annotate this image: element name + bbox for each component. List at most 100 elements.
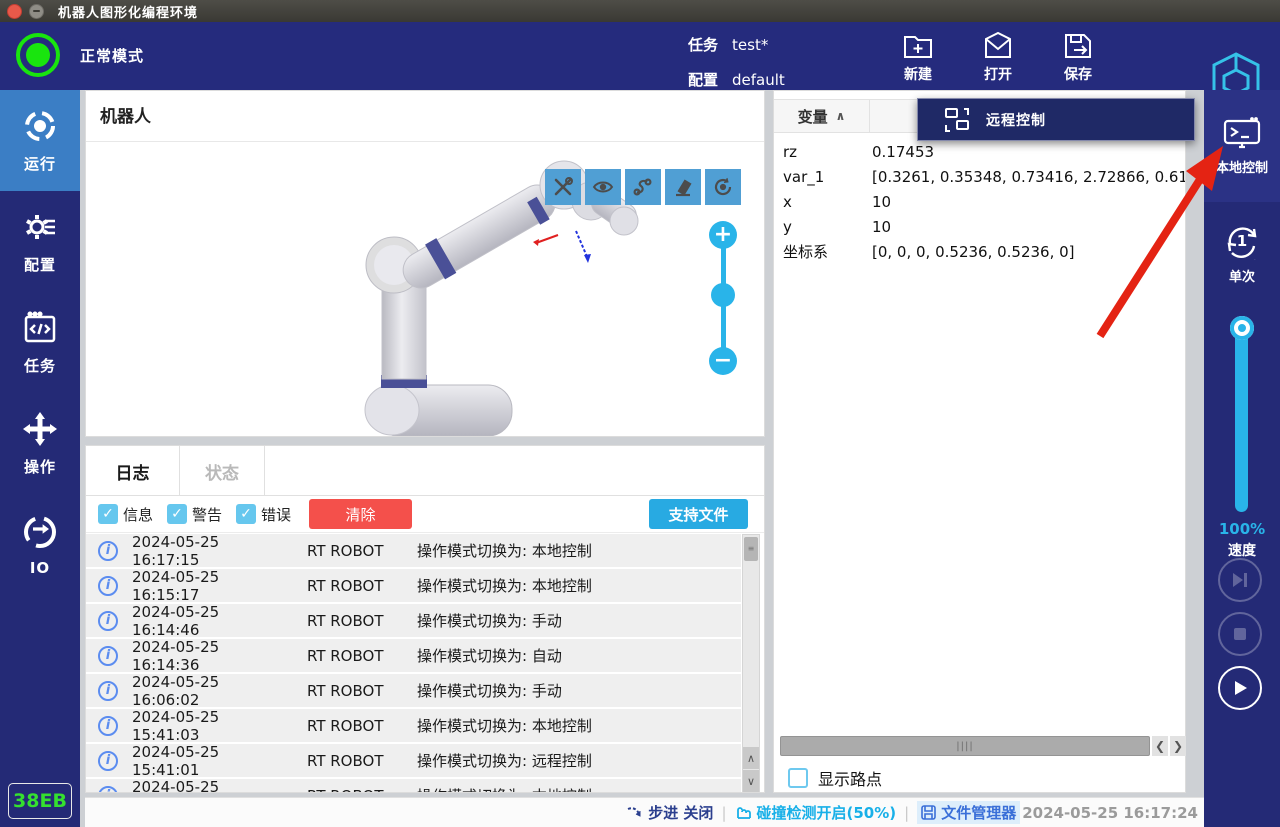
variables-collapse[interactable]: 变量 ∧ xyxy=(774,99,870,133)
log-scrollbar[interactable]: ≡ ∧ ∨ xyxy=(742,534,760,793)
speed-slider-handle[interactable] xyxy=(1230,316,1254,340)
show-waypoints-checkbox[interactable] xyxy=(788,768,808,788)
log-filterbar: ✓ 信息 ✓ 警告 ✓ 错误 清除 支持文件 xyxy=(86,496,764,533)
zoom-slider-handle[interactable] xyxy=(711,283,735,307)
status-bar: 步进 关闭 | 碰撞检测开启(50%) | 文件管理器 2024-05-25 1… xyxy=(85,797,1204,827)
log-row[interactable]: i2024-05-25 15:40:54RT ROBOT操作模式切换为: 本地控… xyxy=(86,779,741,793)
info-icon: i xyxy=(98,751,118,771)
view-toolbar xyxy=(545,169,741,205)
move-arrows-icon xyxy=(21,410,59,448)
file-manager-button[interactable]: 文件管理器 xyxy=(917,801,1020,824)
reset-view-button[interactable] xyxy=(705,169,741,205)
log-row[interactable]: i2024-05-25 16:14:36RT ROBOT操作模式切换为: 自动 xyxy=(86,639,741,672)
log-row[interactable]: i2024-05-25 15:41:01RT ROBOT操作模式切换为: 远程控… xyxy=(86,744,741,777)
remote-control-label: 远程控制 xyxy=(986,110,1046,130)
chevron-right-icon: ❯ xyxy=(1173,739,1183,753)
minus-icon: − xyxy=(714,350,732,372)
open-file-icon xyxy=(982,31,1014,61)
info-icon: i xyxy=(98,681,118,701)
scroll-down-button[interactable]: ∨ xyxy=(743,770,759,792)
log-row[interactable]: i2024-05-25 16:17:15RT ROBOT操作模式切换为: 本地控… xyxy=(86,534,741,567)
zoom-out-button[interactable]: − xyxy=(709,347,737,375)
info-icon: i xyxy=(98,611,118,631)
step-button[interactable] xyxy=(1218,558,1262,602)
visibility-button[interactable] xyxy=(585,169,621,205)
log-scrollbar-thumb[interactable]: ≡ xyxy=(744,537,758,561)
sidebar-item-run[interactable]: 运行 xyxy=(0,90,80,191)
variables-panel: 变量 ∧ rz0.17453 var_1[0.3261, 0.35348, 0.… xyxy=(773,90,1186,793)
sidebar-item-task[interactable]: 任务 xyxy=(0,292,80,393)
variable-row[interactable]: y10 xyxy=(774,214,1185,239)
zoom-control: + − xyxy=(701,221,746,386)
sidebar-item-label: IO xyxy=(30,559,50,577)
tab-status[interactable]: 状态 xyxy=(180,446,265,496)
sidebar-item-label: 配置 xyxy=(24,254,56,275)
collision-status[interactable]: 碰撞检测开启(50%) xyxy=(735,802,897,823)
play-button[interactable] xyxy=(1218,666,1262,710)
scroll-right-button[interactable]: ❯ xyxy=(1170,736,1186,756)
zoom-in-button[interactable]: + xyxy=(709,221,737,249)
grip-icon: |||| xyxy=(956,741,973,752)
single-run-label: 单次 xyxy=(1229,266,1255,285)
info-icon: i xyxy=(98,786,118,794)
variable-row[interactable]: x10 xyxy=(774,189,1185,214)
sidebar-item-config[interactable]: 配置 xyxy=(0,191,80,292)
log-row[interactable]: i2024-05-25 16:15:17RT ROBOT操作模式切换为: 本地控… xyxy=(86,569,741,602)
left-sidebar: 运行 配置 任务 操作 IO 38EB xyxy=(0,90,80,827)
filter-warning-checkbox[interactable]: ✓ xyxy=(167,504,187,524)
new-button[interactable]: 新建 xyxy=(878,26,958,88)
log-row[interactable]: i2024-05-25 15:41:03RT ROBOT操作模式切换为: 本地控… xyxy=(86,709,741,742)
log-row[interactable]: i2024-05-25 16:06:02RT ROBOT操作模式切换为: 手动 xyxy=(86,674,741,707)
speed-slider-track[interactable] xyxy=(1235,322,1248,512)
speed-readout: 100% 速度 xyxy=(1204,520,1280,560)
path-icon xyxy=(632,176,654,198)
variable-row[interactable]: 坐标系[0, 0, 0, 0.5236, 0.5236, 0] xyxy=(774,239,1185,264)
gear-icon xyxy=(21,208,59,246)
remote-control-menu-item[interactable]: 远程控制 xyxy=(917,98,1195,141)
info-icon: i xyxy=(98,576,118,596)
single-count: 1 xyxy=(1237,232,1247,250)
filter-error-checkbox[interactable]: ✓ xyxy=(236,504,256,524)
minimize-icon[interactable] xyxy=(29,4,44,19)
new-file-icon xyxy=(902,31,934,61)
filter-info-label: 信息 xyxy=(123,504,153,525)
clear-button[interactable]: 清除 xyxy=(309,499,412,529)
variable-row[interactable]: rz0.17453 xyxy=(774,139,1185,164)
filter-error-label: 错误 xyxy=(261,504,291,525)
separator: | xyxy=(721,804,726,822)
scroll-up-button[interactable]: ∧ xyxy=(743,747,759,769)
run-icon xyxy=(21,107,59,145)
local-control-button[interactable]: 本地控制 xyxy=(1204,90,1280,202)
step-mode-icon xyxy=(627,806,643,820)
close-icon[interactable] xyxy=(7,4,22,19)
variable-row[interactable]: var_1[0.3261, 0.35348, 0.73416, 2.72866,… xyxy=(774,164,1185,189)
tools-button[interactable] xyxy=(545,169,581,205)
stop-button[interactable] xyxy=(1218,612,1262,656)
sidebar-item-operate[interactable]: 操作 xyxy=(0,393,80,494)
support-files-button[interactable]: 支持文件 xyxy=(649,499,748,529)
log-row[interactable]: i2024-05-25 16:14:46RT ROBOT操作模式切换为: 手动 xyxy=(86,604,741,637)
remote-control-icon xyxy=(944,107,970,133)
scroll-left-button[interactable]: ❮ xyxy=(1152,736,1168,756)
grip-icon: ≡ xyxy=(748,548,755,551)
step-mode-status[interactable]: 步进 关闭 xyxy=(627,802,713,823)
step-forward-icon xyxy=(1230,570,1250,590)
separator: | xyxy=(904,804,909,822)
filter-info-checkbox[interactable]: ✓ xyxy=(98,504,118,524)
task-label: 任务 xyxy=(688,36,718,54)
sidebar-item-label: 任务 xyxy=(24,355,56,376)
speed-label: 速度 xyxy=(1204,540,1280,560)
save-button[interactable]: 保存 xyxy=(1038,26,1118,88)
tab-log[interactable]: 日志 xyxy=(86,446,180,496)
eraser-button[interactable] xyxy=(665,169,701,205)
path-button[interactable] xyxy=(625,169,661,205)
log-tabs: 日志 状态 xyxy=(86,446,764,496)
single-run-button[interactable]: 1 单次 xyxy=(1204,220,1280,285)
file-manager-icon xyxy=(921,805,936,820)
play-icon xyxy=(1230,678,1250,698)
open-button[interactable]: 打开 xyxy=(958,26,1038,88)
sidebar-item-label: 操作 xyxy=(24,456,56,477)
robot-3d-panel: 机器人 xyxy=(85,90,765,437)
sidebar-item-io[interactable]: IO xyxy=(0,494,80,595)
horizontal-scrollbar-thumb[interactable]: |||| xyxy=(780,736,1150,756)
